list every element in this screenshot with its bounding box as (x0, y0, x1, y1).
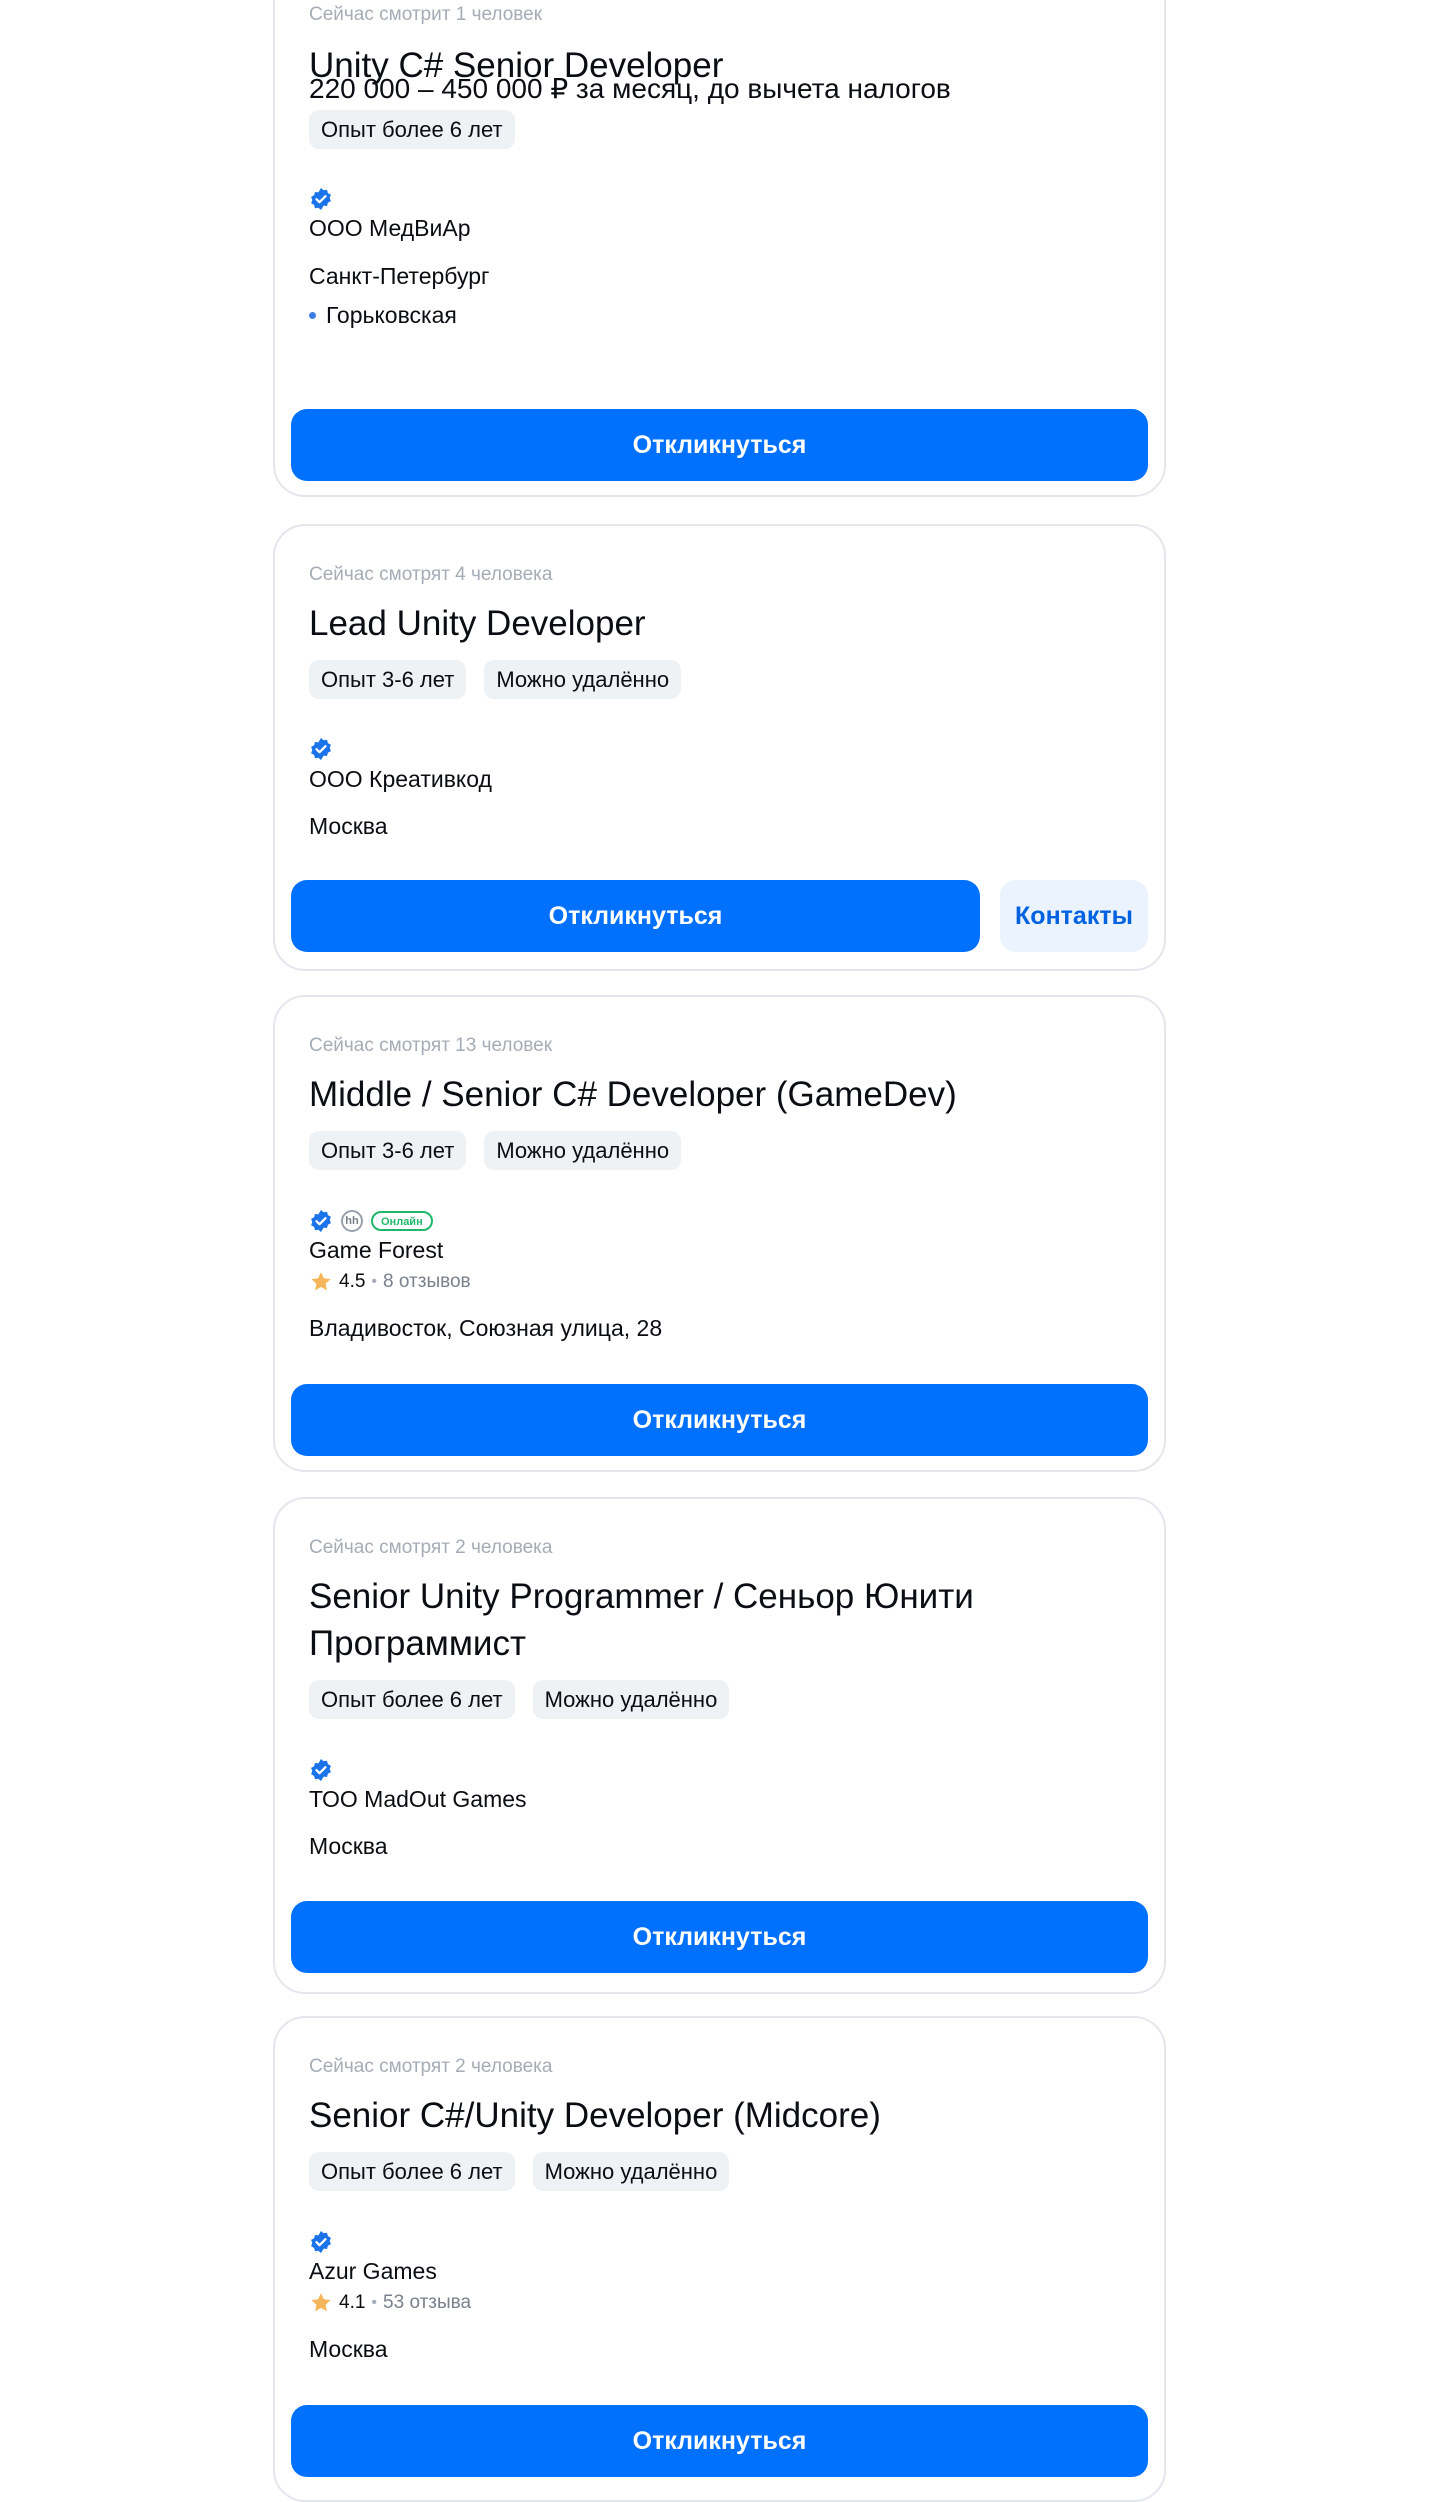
company-name[interactable]: ООО МедВиАр (309, 215, 471, 242)
vacancy-tags: Опыт 3-6 лет Можно удалённо (309, 660, 682, 699)
experience-tag: Опыт 3-6 лет (309, 1131, 467, 1170)
viewers-count: Сейчас смотрят 13 человек (309, 1035, 553, 1056)
verified-check-icon (311, 188, 331, 210)
vacancy-title[interactable]: Middle / Senior C# Developer (GameDev) (309, 1071, 1129, 1118)
rating-value: 4.5 (339, 1271, 366, 1292)
company-name[interactable]: ТОО MadOut Games (309, 1786, 527, 1813)
star-icon (311, 2293, 331, 2312)
vacancy-address: Владивосток, Союзная улица, 28 (309, 1315, 663, 1341)
vacancy-tags: Опыт 3-6 лет Можно удалённо (309, 1131, 682, 1170)
reviews-count[interactable]: 53 отзыва (383, 2292, 471, 2314)
vacancy-card[interactable]: Сейчас смотрят 2 человека Senior Unity P… (273, 1497, 1166, 1994)
company-badges (309, 1758, 333, 1782)
viewers-count: Сейчас смотрят 2 человека (309, 2056, 553, 2077)
vacancy-title[interactable]: Lead Unity Developer (309, 600, 1129, 647)
remote-tag: Можно удалённо (532, 2152, 730, 2191)
vacancy-card[interactable]: Сейчас смотрит 1 человек Unity C# Senior… (273, 0, 1166, 497)
rating-separator: • (371, 2294, 378, 2311)
experience-tag: Опыт 3-6 лет (309, 660, 467, 699)
contacts-button[interactable]: Контакты (1000, 880, 1148, 952)
remote-tag: Можно удалённо (484, 1131, 682, 1170)
hh-rating-icon: hh (341, 1210, 363, 1232)
online-badge: Онлайн (371, 1211, 433, 1231)
vacancy-city: Москва (309, 2336, 388, 2362)
company-name[interactable]: ООО Креативкод (309, 766, 492, 793)
remote-tag: Можно удалённо (484, 660, 682, 699)
apply-button[interactable]: Откликнуться (291, 2405, 1148, 2477)
rating-separator: • (371, 1273, 378, 1290)
verified-check-icon (311, 1759, 331, 1781)
metro-station-name: Горьковская (326, 302, 457, 328)
company-badges (309, 2230, 333, 2254)
apply-button[interactable]: Откликнуться (291, 1901, 1148, 1973)
metro-station: Горьковская (309, 302, 457, 329)
apply-button[interactable]: Откликнуться (291, 1384, 1148, 1456)
star-icon (311, 1272, 331, 1291)
viewers-count: Сейчас смотрят 2 человека (309, 1537, 553, 1558)
vacancy-card[interactable]: Сейчас смотрят 13 человек Middle / Senio… (273, 995, 1166, 1472)
vacancy-tags: Опыт более 6 лет Можно удалённо (309, 2152, 730, 2191)
verified-check-icon (311, 2231, 331, 2253)
company-rating[interactable]: 4.1 • 53 отзыва (309, 2291, 471, 2315)
vacancy-city: Москва (309, 1833, 388, 1859)
metro-line-dot (309, 312, 316, 319)
vacancy-card[interactable]: Сейчас смотрят 2 человека Senior C#/Unit… (273, 2016, 1166, 2502)
apply-button[interactable]: Откликнуться (291, 880, 980, 952)
reviews-count[interactable]: 8 отзывов (383, 1271, 471, 1293)
rating-value: 4.1 (339, 2292, 366, 2313)
vacancy-city: Москва (309, 813, 388, 839)
vacancy-tags: Опыт более 6 лет (309, 110, 515, 149)
vacancy-card[interactable]: Сейчас смотрят 4 человека Lead Unity Dev… (273, 524, 1166, 971)
experience-tag: Опыт более 6 лет (309, 1680, 515, 1719)
experience-tag: Опыт более 6 лет (309, 2152, 515, 2191)
company-name[interactable]: Game Forest (309, 1237, 443, 1264)
verified-check-icon (311, 1210, 331, 1232)
company-rating[interactable]: 4.5 • 8 отзывов (309, 1270, 471, 1294)
vacancy-title[interactable]: Senior Unity Programmer / Сеньор Юнити П… (309, 1573, 1129, 1667)
experience-tag: Опыт более 6 лет (309, 110, 515, 149)
vacancy-city: Санкт-Петербург (309, 263, 490, 289)
company-badges (309, 187, 333, 211)
apply-button[interactable]: Откликнуться (291, 409, 1148, 481)
verified-check-icon (311, 738, 331, 760)
viewers-count: Сейчас смотрит 1 человек (309, 4, 543, 25)
vacancy-tags: Опыт более 6 лет Можно удалённо (309, 1680, 730, 1719)
company-name[interactable]: Azur Games (309, 2258, 437, 2285)
vacancy-title[interactable]: Senior C#/Unity Developer (Midcore) (309, 2092, 1129, 2139)
viewers-count: Сейчас смотрят 4 человека (309, 564, 553, 585)
company-badges: hh Онлайн (309, 1209, 433, 1233)
vacancy-salary: 220 000 – 450 000 ₽ за месяц, до вычета … (309, 73, 951, 104)
company-badges (309, 737, 333, 761)
remote-tag: Можно удалённо (532, 1680, 730, 1719)
